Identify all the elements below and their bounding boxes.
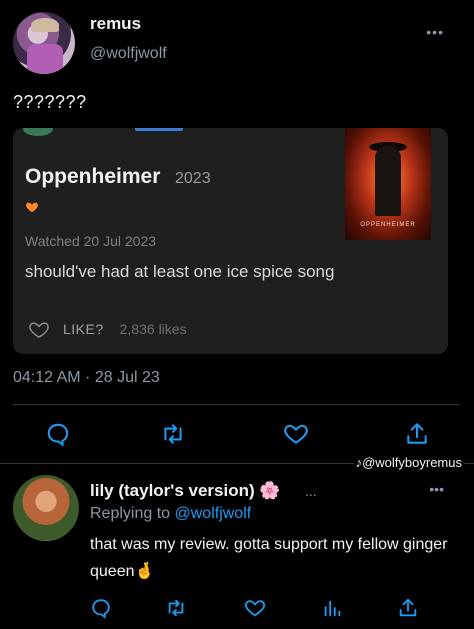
display-name[interactable]: remus <box>90 14 141 34</box>
film-title[interactable]: Oppenheimer <box>25 165 160 189</box>
user-handle[interactable]: @wolfjwolf <box>90 45 167 63</box>
share-icon[interactable] <box>404 421 430 447</box>
likes-count: 2,836 likes <box>119 321 187 337</box>
replying-prefix: Replying to <box>90 505 175 522</box>
card-top-fragment <box>63 128 127 132</box>
film-poster[interactable]: OPPENHEIMER <box>345 128 431 240</box>
retweet-icon[interactable] <box>165 597 187 619</box>
reply-tweet: lily (taylor's version) 🌸 ... ••• Replyi… <box>0 465 474 629</box>
poster-figure <box>375 146 401 216</box>
inline-more-icon[interactable]: ... <box>305 483 317 499</box>
retweet-icon[interactable] <box>160 421 186 447</box>
card-avatar-fragment <box>23 128 53 136</box>
main-tweet: remus @wolfjwolf ••• ??????? Oppenheimer… <box>0 0 474 465</box>
avatar[interactable] <box>13 12 75 74</box>
reply-icon[interactable] <box>90 597 112 619</box>
like-label[interactable]: LIKE? <box>63 321 104 337</box>
timestamp[interactable]: 04:12 AM · 28 Jul 23 <box>13 369 160 387</box>
tweet-text: ??????? <box>13 92 87 112</box>
display-name[interactable]: lily (taylor's version) 🌸 <box>90 481 281 501</box>
more-options-icon[interactable]: ••• <box>426 24 444 40</box>
reply-text: that was my review. gotta support my fel… <box>90 536 448 580</box>
more-options-icon[interactable]: ••• <box>429 481 444 497</box>
tweet-actions <box>0 415 474 451</box>
reply-icon[interactable] <box>45 421 71 447</box>
like-icon[interactable] <box>283 421 309 447</box>
watched-date: Watched 20 Jul 2023 <box>25 233 157 249</box>
heart-outline-icon[interactable] <box>27 319 51 339</box>
film-year: 2023 <box>175 170 211 187</box>
avatar-shirt <box>27 44 63 74</box>
review-text: should've had at least one ice spice son… <box>25 262 335 281</box>
mention-link[interactable]: @wolfjwolf <box>175 505 252 522</box>
poster-title: OPPENHEIMER <box>360 222 416 228</box>
views-icon[interactable] <box>321 597 343 619</box>
share-icon[interactable] <box>397 597 419 619</box>
divider <box>13 404 460 405</box>
heart-rating-icon <box>26 202 38 213</box>
like-icon[interactable] <box>244 597 266 619</box>
avatar-hat <box>31 18 59 32</box>
reply-actions <box>0 593 474 623</box>
replying-to: Replying to @wolfjwolf <box>90 505 251 523</box>
letterboxd-review-card[interactable]: Oppenheimer 2023 Watched 20 Jul 2023 sho… <box>13 128 448 354</box>
avatar[interactable] <box>13 475 79 541</box>
card-top-bar <box>135 128 183 131</box>
like-row[interactable]: LIKE? 2,836 likes <box>27 318 187 340</box>
